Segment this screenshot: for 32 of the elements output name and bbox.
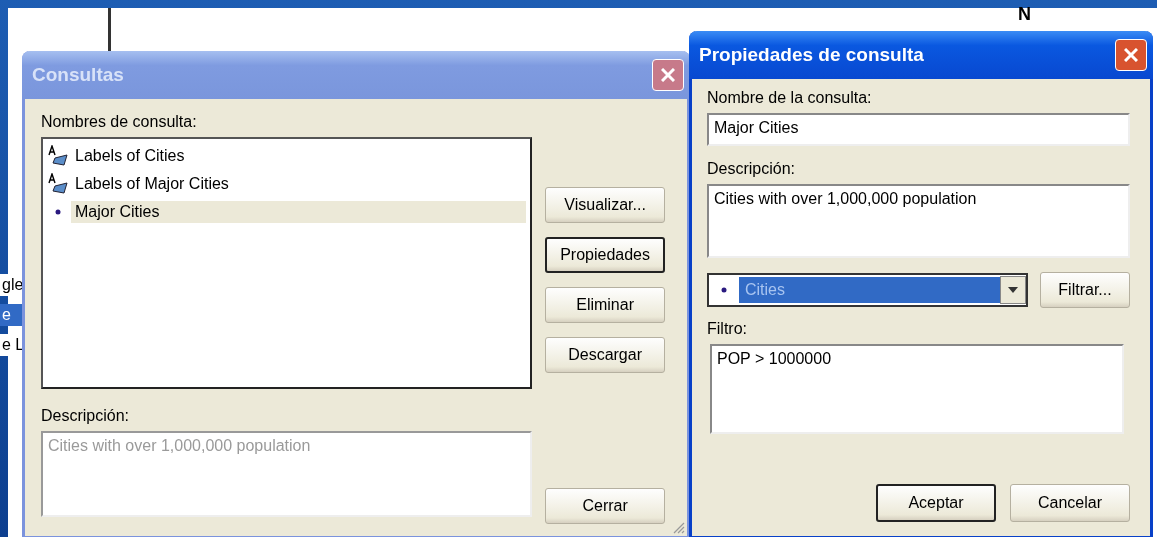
close-icon [661, 68, 675, 82]
query-list-item[interactable]: Labels of Major Cities [71, 173, 527, 195]
north-label: N [1018, 4, 1031, 25]
dialog-button[interactable]: Propiedades [545, 237, 665, 273]
point-layer-icon [55, 209, 61, 215]
window-title: Consultas [32, 64, 124, 86]
dialog-button[interactable]: Visualizar... [545, 187, 665, 223]
close-button[interactable] [1115, 39, 1147, 71]
dialog-button[interactable]: Aceptar [876, 484, 996, 522]
dropdown-value: Cities [739, 277, 1000, 303]
dialog-button[interactable]: Cancelar [1010, 484, 1130, 522]
filter-button[interactable]: Filtrar... [1040, 272, 1130, 308]
field-label: Descripción: [41, 407, 131, 425]
filter-field[interactable]: POP > 1000000 [710, 344, 1124, 434]
label-layer-icon [47, 173, 69, 195]
field-label: Descripción: [707, 160, 797, 178]
resize-grip-icon[interactable] [671, 520, 685, 534]
close-dialog-button[interactable]: Cerrar [545, 488, 665, 524]
label-layer-icon [47, 145, 69, 167]
close-button[interactable] [652, 59, 684, 91]
description-field[interactable]: Cities with over 1,000,000 population [707, 184, 1130, 258]
name-field[interactable]: Major Cities [707, 113, 1130, 146]
field-label: Nombres de consulta: [41, 113, 198, 131]
close-icon [1124, 48, 1138, 62]
field-label: Filtro: [707, 320, 748, 338]
field-label: Nombre de la consulta: [707, 89, 873, 107]
query-list-item[interactable]: Major Cities [71, 201, 527, 223]
dialog-button[interactable]: Eliminar [545, 287, 665, 323]
point-layer-icon [719, 285, 729, 295]
dialog-button[interactable]: Descargar [545, 337, 665, 373]
query-list-item[interactable]: Labels of Cities [71, 145, 527, 167]
window-title: Propiedades de consulta [699, 44, 924, 66]
